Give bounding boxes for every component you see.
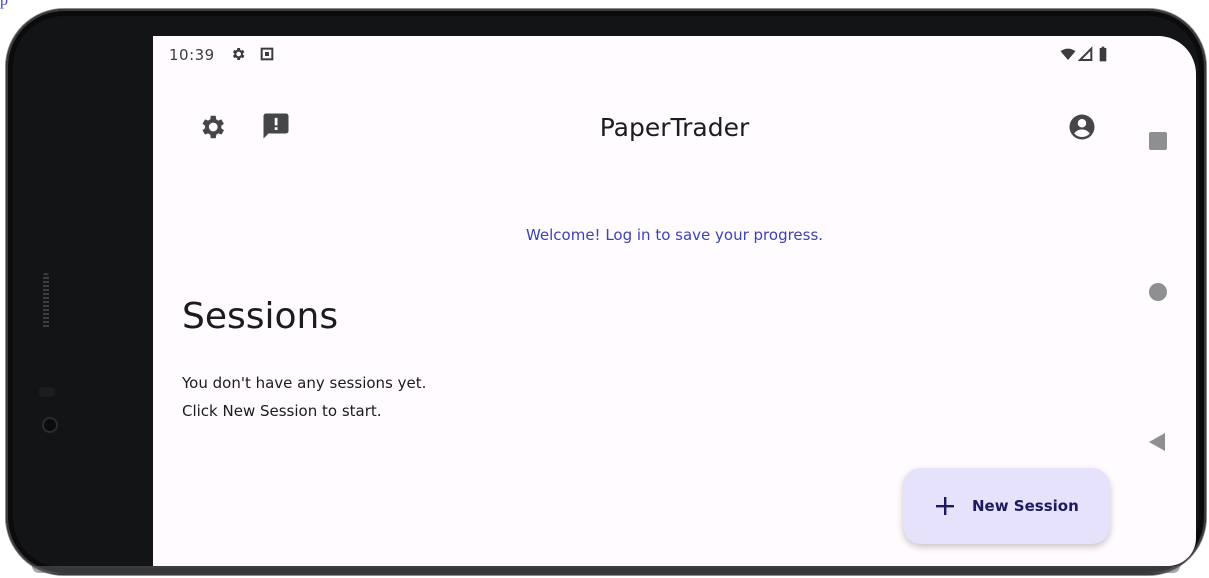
- sessions-heading: Sessions: [182, 296, 339, 337]
- battery-icon: [1099, 46, 1107, 62]
- recents-square-icon[interactable]: [1148, 131, 1168, 151]
- plus-icon: [936, 497, 954, 515]
- welcome-login-link[interactable]: Welcome! Log in to save your progress.: [153, 226, 1196, 244]
- app-title: PaperTrader: [599, 113, 750, 142]
- cell-signal-icon: [1078, 46, 1093, 61]
- new-session-label: New Session: [972, 497, 1079, 515]
- phone-rim: [32, 566, 1180, 573]
- speaker-grille: [43, 273, 49, 329]
- top-link-text[interactable]: p: [0, 0, 24, 9]
- front-camera: [44, 419, 56, 431]
- wifi-icon: [1060, 48, 1076, 60]
- proximity-sensor: [39, 387, 55, 397]
- notification-square-icon: [260, 47, 274, 61]
- app-screen: 10:39 PaperTrader Welcome! Log in to sav…: [153, 36, 1196, 566]
- back-triangle-icon[interactable]: [1148, 432, 1166, 452]
- account-circle-icon[interactable]: [1067, 112, 1097, 142]
- home-circle-icon[interactable]: [1149, 283, 1167, 301]
- empty-sessions-text-line-1: You don't have any sessions yet.: [182, 374, 427, 392]
- status-time: 10:39: [169, 46, 215, 64]
- new-session-button[interactable]: New Session: [903, 468, 1110, 544]
- settings-gear-icon: [232, 48, 245, 60]
- empty-sessions-text-line-2: Click New Session to start.: [182, 402, 382, 420]
- phone-frame: 10:39 PaperTrader Welcome! Log in to sav…: [6, 9, 1206, 575]
